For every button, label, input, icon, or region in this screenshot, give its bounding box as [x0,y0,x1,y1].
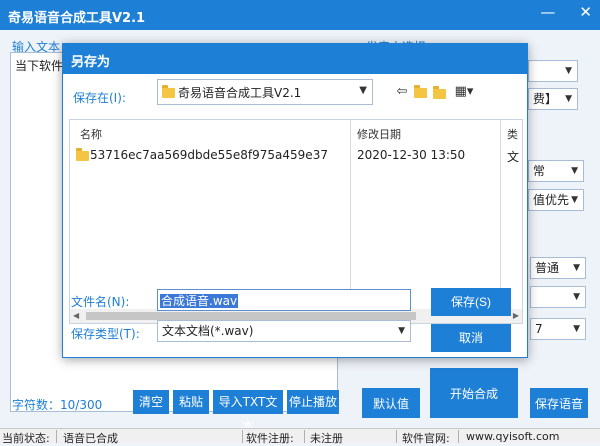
mode-select[interactable]: 常 ▼ [528,160,584,182]
chevron-down-icon: ▼ [573,263,580,273]
save-in-combo[interactable]: 奇易语音合成工具V2.1 ▼ [157,79,373,105]
save-button[interactable]: 保存(S) [431,288,511,316]
status-divider [242,430,243,443]
up-folder-icon[interactable] [412,84,430,100]
scroll-right-icon[interactable]: ▶ [513,311,519,320]
column-header-date[interactable]: 修改日期 [357,126,401,142]
app-title: 奇易语音合成工具V2.1 [8,11,146,26]
cancel-button[interactable]: 取消 [431,324,511,352]
save-in-value: 奇易语音合成工具V2.1 [178,86,302,100]
status-divider [396,430,397,443]
chevron-down-icon: ▼ [571,195,578,205]
stop-playback-button[interactable]: 停止播放 [287,390,339,414]
char-count: 字符数：10/300 [12,398,103,412]
column-header-name[interactable]: 名称 [80,126,102,142]
site-value[interactable]: www.qyisoft.com [466,430,559,443]
voice-select[interactable]: ▼ [528,60,578,82]
status-divider [458,430,459,443]
view-menu-icon[interactable]: ▦▾ [452,84,476,100]
default-button[interactable]: 默认值 [362,388,420,418]
back-arrow-icon[interactable]: ⇦ [393,84,411,100]
dialog-title: 另存为 [71,55,111,70]
save-as-dialog: 另存为 保存在(I): 奇易语音合成工具V2.1 ▼ ⇦ ▦▾ 名称 修改日期 … [62,43,528,358]
folder-icon [162,85,175,98]
filename-input[interactable]: 合成语音.wav [157,289,411,311]
window-controls: — ✕ [540,3,592,21]
chevron-down-icon: ▼ [573,324,580,334]
status-divider [304,430,305,443]
status-label: 当前状态: [2,432,50,445]
scroll-left-icon[interactable]: ◀ [73,311,79,320]
chevron-down-icon: ▼ [573,292,580,302]
priority-select[interactable]: 值优先 ▼ [528,189,584,211]
chevron-down-icon: ▼ [359,85,367,96]
close-icon[interactable]: ✕ [579,3,592,21]
site-label: 软件官网: [402,432,450,445]
file-row-name: 53716ec7aa569dbde55e8f975a459e37 [90,148,328,162]
filetype-label: 保存类型(T): [71,327,140,341]
filename-label: 文件名(N): [71,295,130,309]
chevron-down-icon: ▼ [565,66,572,76]
filename-value: 合成语音.wav [160,294,239,308]
filetype-value: 文本文档(*.wav) [162,324,254,338]
new-folder-icon[interactable] [431,84,449,100]
paste-button[interactable]: 粘贴 [173,390,209,414]
pitch-select[interactable]: ▼ [530,286,586,308]
reg-value: 未注册 [310,432,343,445]
scrollbar-thumb[interactable] [86,312,416,320]
statusbar: 当前状态: 语音已合成 软件注册: 未注册 软件官网: www.qyisoft.… [0,428,600,445]
dialog-titlebar: 另存为 [63,44,527,74]
column-header-type[interactable]: 类 [507,126,518,142]
file-row-date: 2020-12-30 13:50 [357,148,466,162]
import-txt-button[interactable]: 导入TXT文本 [213,390,283,433]
chevron-down-icon: ▼ [398,326,405,336]
speed-select[interactable]: 普通 ▼ [530,257,586,279]
column-divider[interactable] [350,120,351,312]
app-titlebar: 奇易语音合成工具V2.1 — ✕ [0,0,600,30]
status-divider [56,430,57,443]
start-synthesis-button[interactable]: 开始合成 [430,368,518,418]
folder-icon [76,148,89,161]
save-in-label: 保存在(I): [73,91,126,105]
chevron-down-icon: ▼ [565,94,572,104]
save-voice-button[interactable]: 保存语音 [530,388,588,418]
column-divider[interactable] [500,120,501,312]
status-value: 语音已合成 [63,432,118,445]
chevron-down-icon: ▼ [571,166,578,176]
volume-select[interactable]: 7 ▼ [530,318,586,340]
reg-label: 软件注册: [246,432,294,445]
minimize-icon[interactable]: — [540,3,555,21]
clear-button[interactable]: 清空 [133,390,169,414]
filetype-select[interactable]: 文本文档(*.wav) ▼ [157,320,411,342]
fee-select[interactable]: 费】 ▼ [528,88,578,110]
file-row-type: 文 [507,150,520,164]
